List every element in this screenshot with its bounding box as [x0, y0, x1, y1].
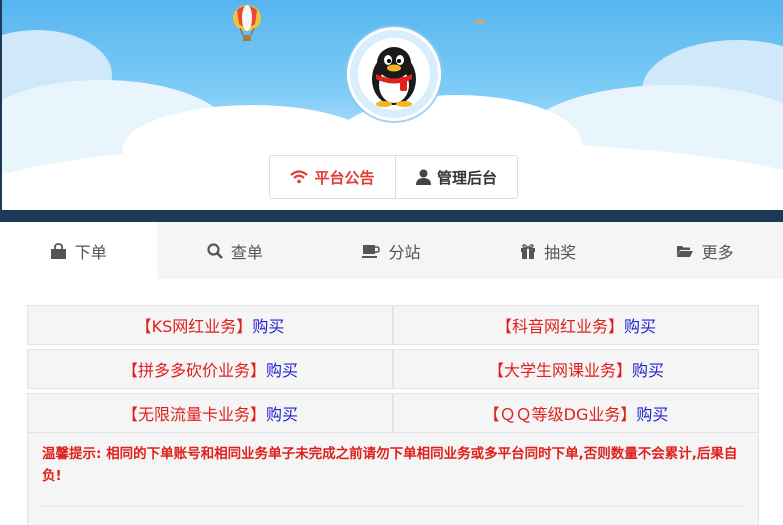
- airplane-icon: [472, 19, 486, 25]
- platform-notice-label: 平台公告: [314, 168, 375, 187]
- service-grid: 【KS网红业务】 购买 【科音网红业务】 购买 【拼多多砍价业务】 购买 【大学生网课…: [27, 305, 759, 435]
- tab-query-order-label: 查单: [230, 242, 263, 262]
- tab-substation-label: 分站: [388, 242, 421, 262]
- buy-link[interactable]: 购买: [266, 401, 298, 425]
- service-name: 【大学生网课业务】: [487, 361, 632, 380]
- warm-tip-box: 温馨提示: 相同的下单账号和相同业务单子未完成之前请勿下单相同业务或多平台同时下…: [27, 432, 759, 525]
- buy-link[interactable]: 购买: [632, 357, 664, 381]
- penguin-icon: [372, 47, 416, 107]
- wifi-icon: [290, 170, 309, 184]
- admin-panel-button[interactable]: 管理后台: [396, 156, 517, 198]
- buy-link[interactable]: 购买: [252, 313, 284, 337]
- tab-order-label: 下单: [74, 242, 107, 262]
- coffee-cup-icon: [362, 244, 381, 258]
- service-item[interactable]: 【ＱＱ等级DG业务】 购买: [393, 393, 759, 433]
- service-item[interactable]: 【无限流量卡业务】 购买: [27, 393, 393, 433]
- tab-lottery-label: 抽奖: [544, 242, 577, 262]
- tab-bar: 下单 查单 分站 抽奖 更多: [0, 222, 783, 279]
- tab-more-label: 更多: [701, 242, 734, 262]
- service-name: 【ＱＱ等级DG业务】: [483, 405, 637, 424]
- header-button-group: 平台公告 管理后台: [269, 155, 518, 199]
- buy-link[interactable]: 购买: [266, 357, 298, 381]
- tab-lottery[interactable]: 抽奖: [470, 222, 627, 279]
- service-item[interactable]: 【科音网红业务】 购买: [393, 305, 759, 345]
- gift-icon: [521, 243, 536, 259]
- shopping-bag-icon: [50, 242, 66, 259]
- user-icon: [415, 169, 431, 185]
- tab-order[interactable]: 下单: [0, 222, 157, 279]
- service-item[interactable]: 【大学生网课业务】 购买: [393, 349, 759, 389]
- admin-panel-label: 管理后台: [436, 168, 497, 187]
- header-banner: 平台公告 管理后台: [2, 0, 783, 210]
- platform-notice-button[interactable]: 平台公告: [270, 156, 396, 198]
- service-item[interactable]: 【拼多多砍价业务】 购买: [27, 349, 393, 389]
- tab-more[interactable]: 更多: [626, 222, 783, 279]
- service-name: 【科音网红业务】: [495, 317, 624, 336]
- service-name: 【拼多多砍价业务】: [121, 361, 266, 380]
- divider: [40, 506, 746, 507]
- avatar-frame: [347, 27, 441, 121]
- tab-query-order[interactable]: 查单: [157, 222, 314, 279]
- warm-tip-text: 温馨提示: 相同的下单账号和相同业务单子未完成之前请勿下单相同业务或多平台同时下…: [42, 446, 738, 484]
- search-icon: [207, 242, 223, 259]
- buy-link[interactable]: 购买: [636, 401, 668, 425]
- service-name: 【KS网红业务】: [135, 317, 253, 336]
- hot-air-balloon-icon: [233, 5, 261, 41]
- service-name: 【无限流量卡业务】: [121, 405, 266, 424]
- buy-link[interactable]: 购买: [624, 313, 656, 337]
- service-item[interactable]: 【KS网红业务】 购买: [27, 305, 393, 345]
- folder-open-icon: [676, 245, 693, 257]
- tab-substation[interactable]: 分站: [313, 222, 470, 279]
- avatar: [358, 38, 430, 110]
- main-panel: 下单 查单 分站 抽奖 更多 【KS网红业务】 购买 【科音网红业务】 购买 【…: [0, 222, 783, 525]
